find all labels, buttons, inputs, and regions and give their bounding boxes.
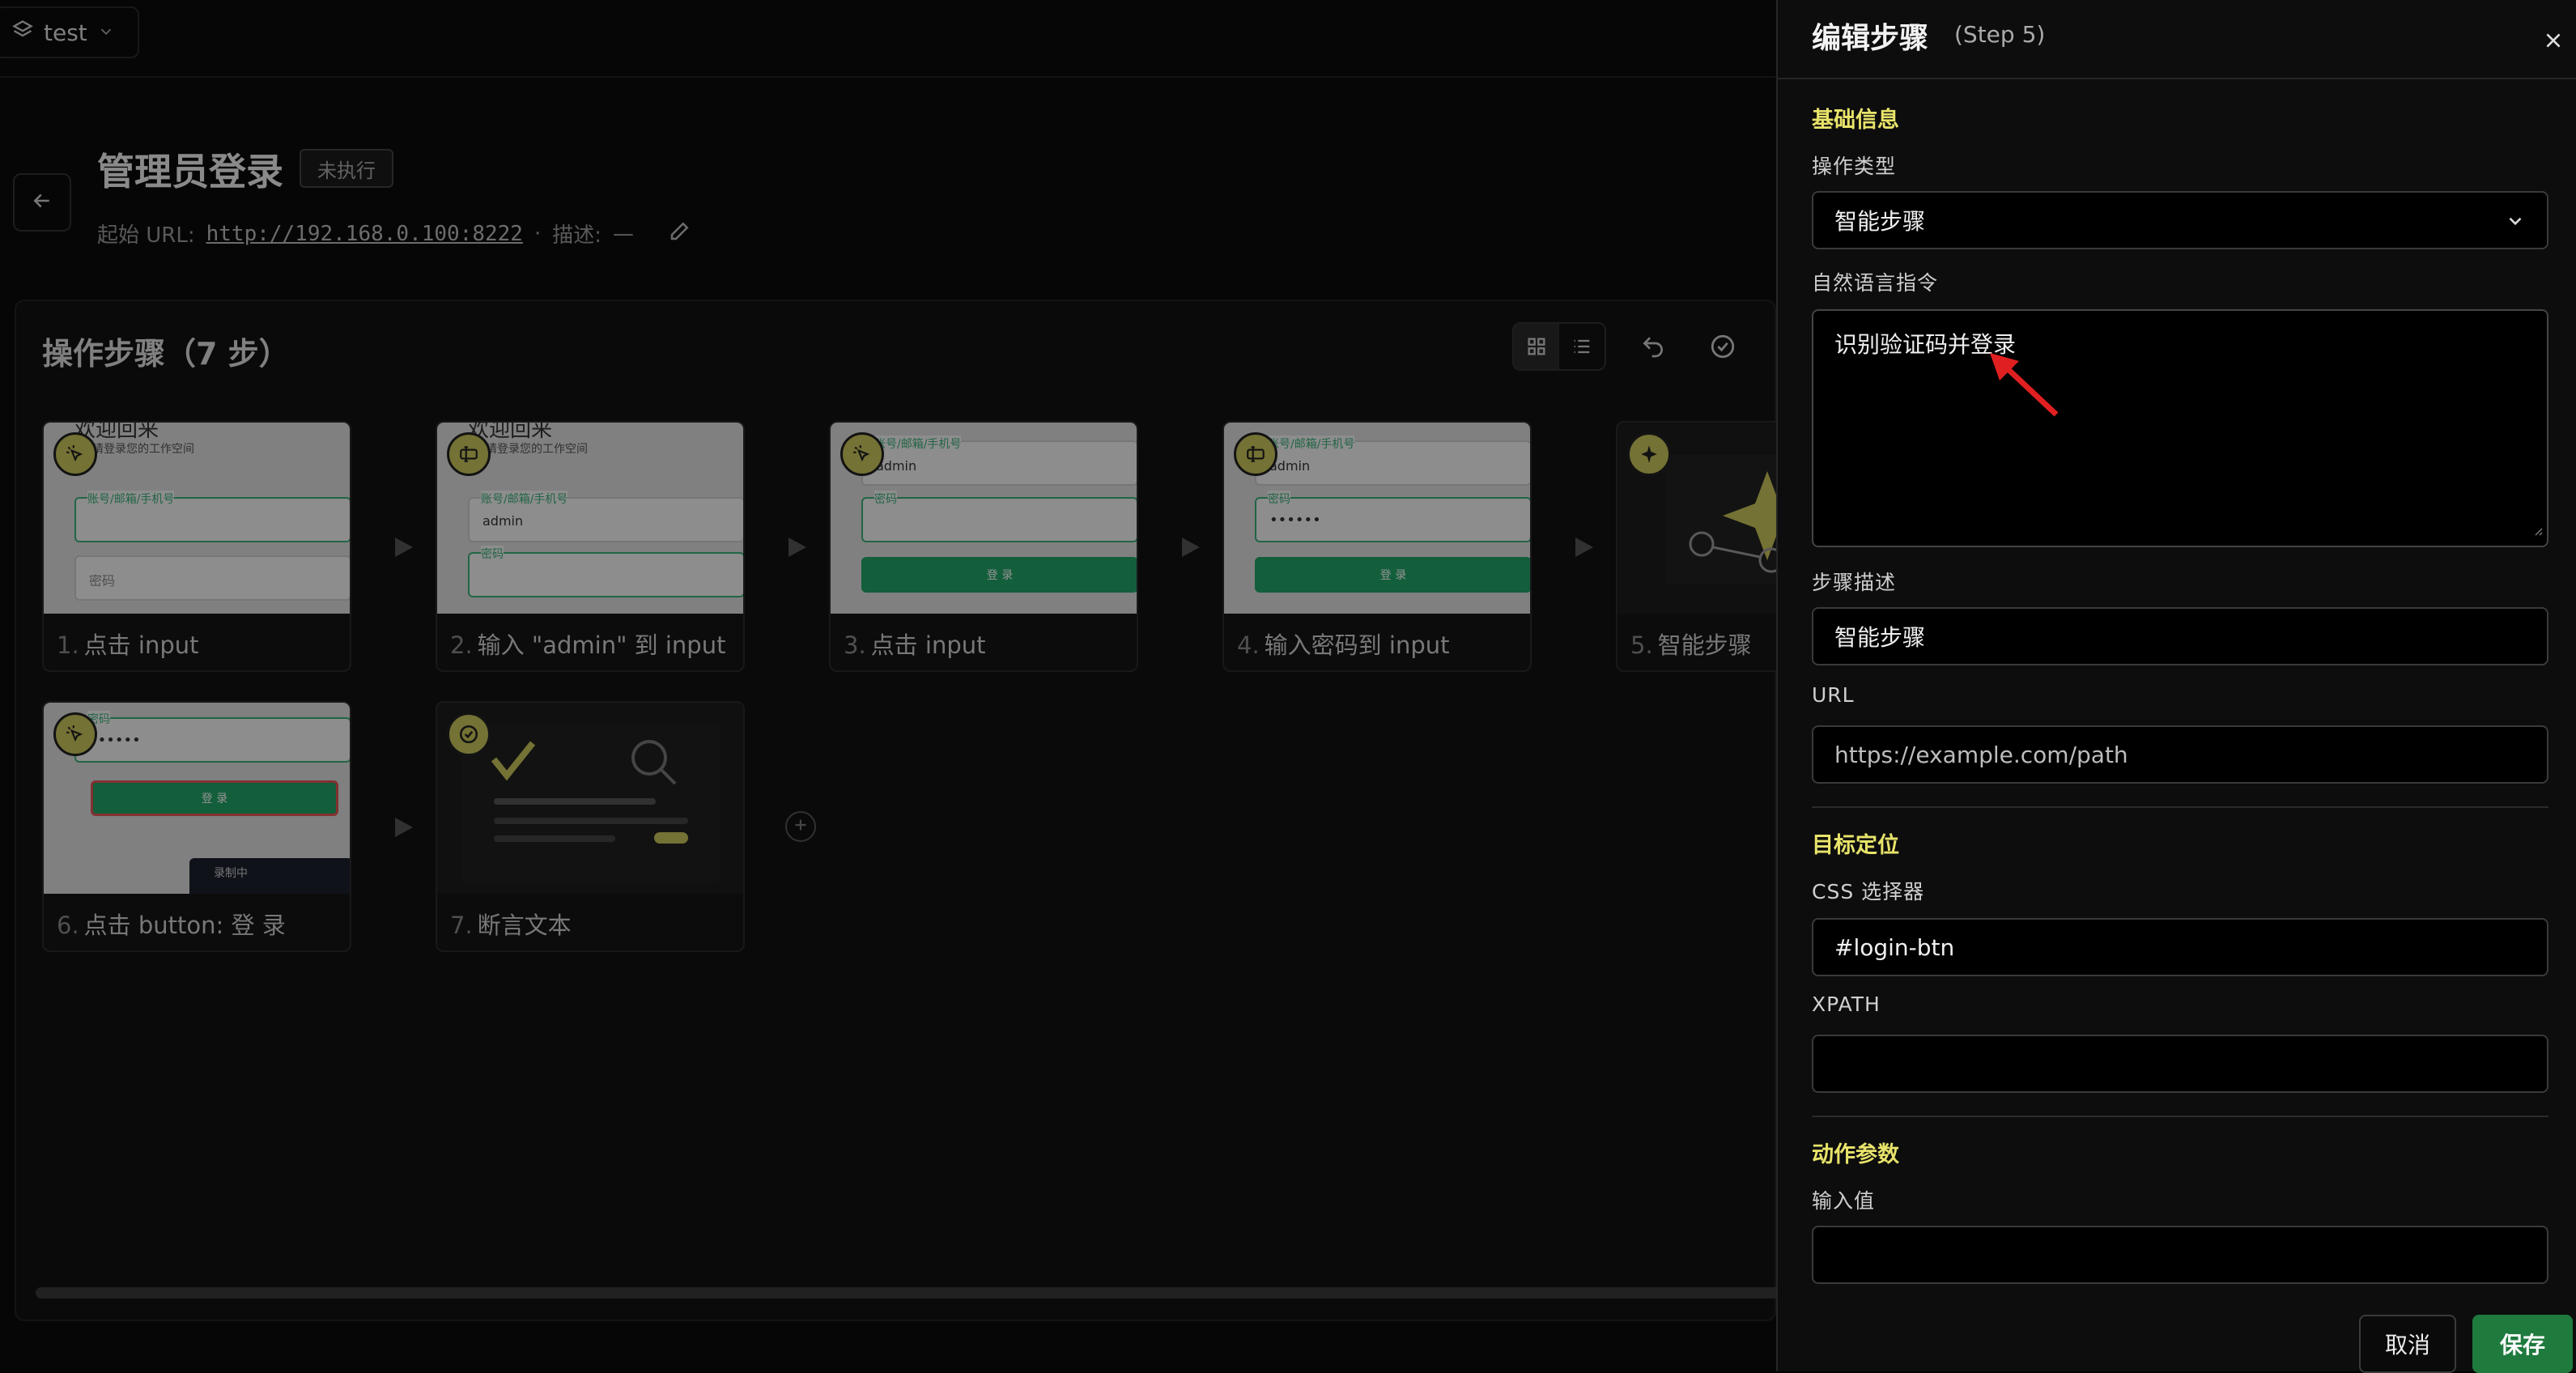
url-label: URL	[1812, 683, 1855, 707]
op-type-label: 操作类型	[1812, 155, 1897, 178]
url-input[interactable]: https://example.com/path	[1812, 725, 2548, 784]
modal-overlay[interactable]	[0, 0, 1776, 1371]
edit-step-drawer: 编辑步骤 (Step 5) 基础信息 操作类型 智能步骤 自然语言指令 识别验证…	[1776, 0, 2576, 1373]
css-selector-input[interactable]: #login-btn	[1812, 918, 2548, 976]
input-value-label: 输入值	[1812, 1189, 1876, 1213]
cancel-button[interactable]: 取消	[2359, 1315, 2456, 1373]
op-type-select[interactable]: 智能步骤	[1812, 191, 2548, 249]
drawer-subtitle: (Step 5)	[1954, 21, 2046, 48]
css-selector-label: CSS 选择器	[1812, 880, 1925, 903]
chevron-down-icon	[2505, 210, 2526, 237]
main-app: test 管理员登录 未执行 起始 URL: http://192.168.0.…	[0, 0, 1925, 1371]
divider	[1812, 1116, 2548, 1117]
divider	[1812, 806, 2548, 808]
section-target-title: 目标定位	[1812, 833, 1899, 858]
nl-instruction-textarea[interactable]: 识别验证码并登录	[1812, 309, 2548, 547]
drawer-footer: 取消 保存	[1778, 1300, 2576, 1373]
xpath-input[interactable]	[1812, 1035, 2548, 1093]
nl-instruction-label: 自然语言指令	[1812, 271, 1939, 295]
input-value-field[interactable]	[1812, 1226, 2548, 1284]
xpath-label: XPATH	[1812, 993, 1881, 1016]
save-button[interactable]: 保存	[2472, 1315, 2573, 1373]
red-arrow-annotation-icon	[1990, 353, 2059, 417]
step-desc-label: 步骤描述	[1812, 571, 1897, 594]
op-type-value: 智能步骤	[1834, 208, 1926, 235]
drawer-title: 编辑步骤	[1812, 22, 1929, 55]
section-params-title: 动作参数	[1812, 1142, 1899, 1167]
step-desc-input[interactable]: 智能步骤	[1812, 607, 2548, 665]
drawer-header: 编辑步骤 (Step 5)	[1778, 0, 2576, 79]
section-basic-title: 基础信息	[1812, 108, 1899, 133]
resize-handle-icon[interactable]	[2531, 516, 2544, 542]
close-icon[interactable]	[2540, 28, 2566, 53]
